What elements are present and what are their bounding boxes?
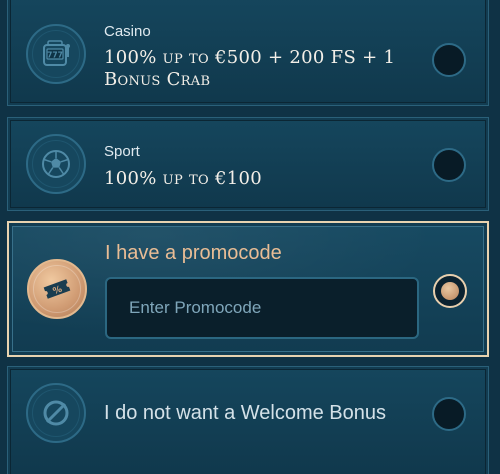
svg-text:%: %	[52, 285, 64, 297]
bonus-category-label: Sport	[104, 143, 140, 160]
no-bonus-label: I do not want a Welcome Bonus	[104, 402, 387, 424]
bonus-headline: 100% up to €500 + 200 FS + 1 Bonus Crab	[104, 47, 396, 90]
promocode-label: I have a promocode	[105, 242, 282, 264]
bonus-option-casino[interactable]: 777 Casino 100% up to €500 + 200 FS + 1 …	[7, 0, 489, 106]
slot-machine-icon: 777	[26, 24, 86, 84]
radio-no-bonus[interactable]	[432, 397, 466, 431]
no-symbol-icon	[26, 383, 86, 443]
soccer-ball-icon	[26, 134, 86, 194]
welcome-bonus-selector: 777 Casino 100% up to €500 + 200 FS + 1 …	[0, 0, 500, 474]
bonus-option-sport[interactable]: Sport 100% up to €100	[7, 117, 489, 211]
bonus-headline: 100% up to €100	[104, 168, 262, 189]
radio-sport[interactable]	[432, 148, 466, 182]
bonus-category-label: Casino	[104, 23, 151, 40]
bonus-option-no-bonus[interactable]: I do not want a Welcome Bonus	[7, 366, 489, 474]
promocode-input[interactable]	[105, 277, 419, 339]
svg-text:777: 777	[47, 51, 63, 60]
radio-promocode[interactable]	[433, 274, 467, 308]
ticket-icon: %	[27, 259, 87, 319]
bonus-option-promocode[interactable]: % I have a promocode	[7, 221, 489, 357]
radio-casino[interactable]	[432, 43, 466, 77]
